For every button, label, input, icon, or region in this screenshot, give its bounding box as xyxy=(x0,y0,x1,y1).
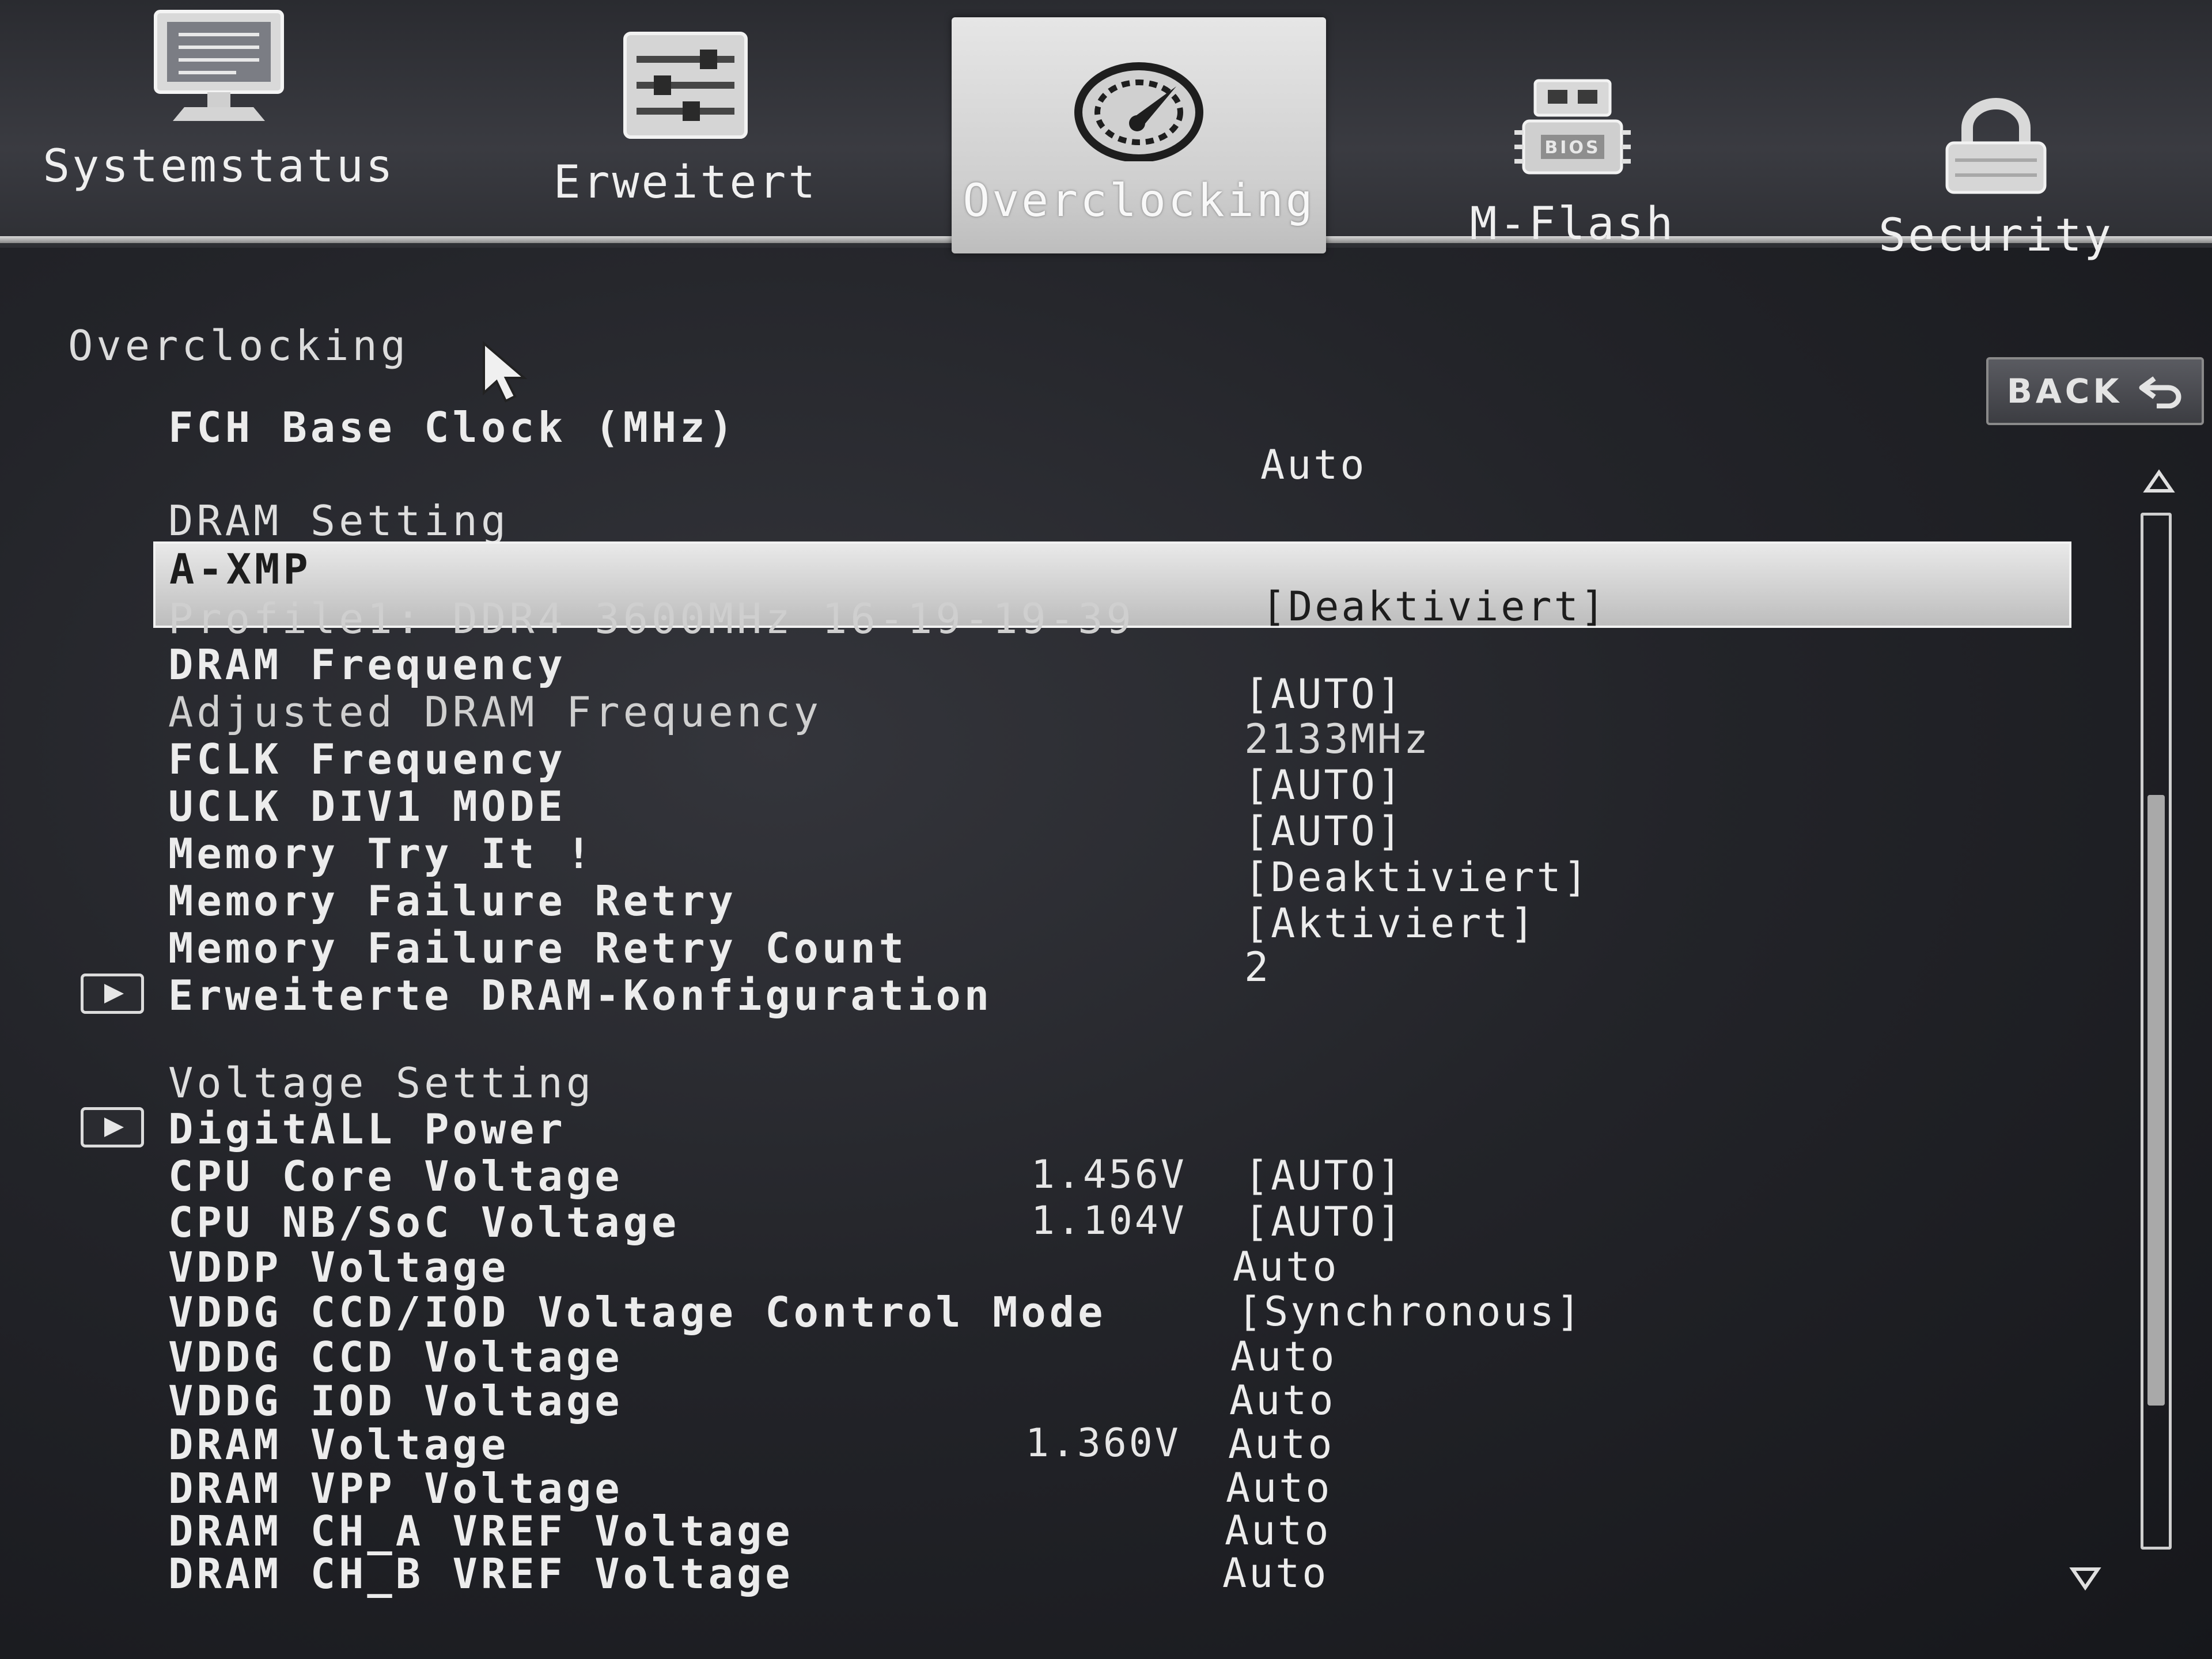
row-label: Voltage Setting xyxy=(168,1059,595,1107)
row-value: Auto xyxy=(1225,1507,1331,1554)
row-label: Adjusted DRAM Frequency xyxy=(168,688,822,736)
row-value: [AUTO] xyxy=(1244,1152,1404,1199)
row-label: DRAM Setting xyxy=(168,497,510,545)
svg-text:BIOS: BIOS xyxy=(1544,138,1600,158)
row-reading: 1.456V xyxy=(1031,1152,1187,1198)
row-fclk-frequency[interactable]: FCLK Frequency [AUTO] xyxy=(0,735,2074,809)
row-memory-try-it[interactable]: Memory Try It ! [Deaktiviert] xyxy=(0,830,2074,901)
row-dram-vpp-voltage[interactable]: DRAM VPP Voltage Auto xyxy=(0,1464,2074,1513)
row-erweiterte-dram-konfiguration[interactable]: Erweiterte DRAM-Konfiguration xyxy=(0,971,2074,1020)
row-value: Auto xyxy=(1228,1421,1335,1468)
row-label: CPU Core Voltage xyxy=(168,1152,623,1200)
row-label: UCLK DIV1 MODE xyxy=(168,782,566,831)
padlock-icon xyxy=(1945,98,2047,194)
bios-screen: Systemstatus Erweitert Overclocking BIOS… xyxy=(0,0,2212,1659)
mouse-cursor-icon xyxy=(483,341,528,403)
row-label: CPU NB/SoC Voltage xyxy=(168,1198,680,1247)
row-reading: 1.360V xyxy=(1025,1421,1181,1466)
row-vddp-voltage[interactable]: VDDP Voltage Auto xyxy=(0,1243,2074,1291)
tab-label: Overclocking xyxy=(963,175,1315,227)
submenu-arrow-icon xyxy=(81,1107,144,1147)
row-vddg-ccd-voltage[interactable]: VDDG CCD Voltage Auto xyxy=(0,1333,2074,1381)
row-dram-frequency[interactable]: DRAM Frequency [AUTO] xyxy=(0,641,2074,718)
row-adjusted-dram-frequency: Adjusted DRAM Frequency 2133MHz xyxy=(0,688,2074,763)
tab-label: Security xyxy=(1878,210,2113,262)
row-memory-failure-retry[interactable]: Memory Failure Retry [Aktiviert] xyxy=(0,877,2074,947)
row-label: Memory Failure Retry xyxy=(168,877,737,925)
row-label: DRAM CH_A VREF Voltage xyxy=(168,1507,794,1555)
row-value: Auto xyxy=(1226,1464,1332,1512)
return-arrow-icon xyxy=(2139,376,2181,408)
row-label: A-XMP xyxy=(169,545,312,593)
row-dram-voltage[interactable]: DRAM Voltage 1.360V Auto xyxy=(0,1421,2074,1469)
row-label: Erweiterte DRAM-Konfiguration xyxy=(168,971,993,1020)
row-label: VDDG CCD/IOD Voltage Control Mode xyxy=(168,1288,1107,1336)
tab-security[interactable]: Security xyxy=(1815,98,2177,262)
row-reading: 1.104V xyxy=(1031,1198,1187,1244)
row-voltage-setting-header: Voltage Setting xyxy=(0,1059,2074,1107)
row-value: [Synchronous] xyxy=(1237,1288,1583,1335)
row-value: Auto xyxy=(1260,441,1367,488)
row-label: Memory Failure Retry Count xyxy=(168,924,908,972)
row-digitall-power[interactable]: DigitALL Power xyxy=(0,1105,2074,1153)
row-label: DRAM CH_B VREF Voltage xyxy=(168,1550,794,1598)
row-label: Memory Try It ! xyxy=(168,830,595,878)
row-label: DRAM Voltage xyxy=(168,1421,510,1469)
row-profile1: Profile1: DDR4 3600MHz 16-19-19-39 xyxy=(0,594,2074,643)
row-uclk-div1-mode[interactable]: UCLK DIV1 MODE [AUTO] xyxy=(0,782,2074,855)
speedometer-icon xyxy=(1074,62,1203,161)
row-cpu-core-voltage[interactable]: CPU Core Voltage 1.456V [AUTO] xyxy=(0,1152,2074,1200)
row-dram-cha-vref-voltage[interactable]: DRAM CH_A VREF Voltage Auto xyxy=(0,1507,2074,1555)
submenu-arrow-icon xyxy=(81,974,144,1014)
row-label: FCLK Frequency xyxy=(168,735,566,783)
row-label: DigitALL Power xyxy=(168,1105,566,1153)
row-dram-setting-header: DRAM Setting xyxy=(0,497,2074,545)
tab-label: Erweitert xyxy=(553,157,818,209)
tab-systemstatus[interactable]: Systemstatus xyxy=(40,6,397,192)
row-vddg-iod-voltage[interactable]: VDDG IOD Voltage Auto xyxy=(0,1377,2074,1425)
row-label: DRAM Frequency xyxy=(168,641,566,689)
row-value: Auto xyxy=(1229,1377,1336,1424)
scroll-up-arrow-icon[interactable] xyxy=(2142,467,2176,495)
scrollbar-thumb[interactable] xyxy=(2147,795,2165,1406)
row-value: Auto xyxy=(1222,1550,1329,1597)
row-label: Profile1: DDR4 3600MHz 16-19-19-39 xyxy=(168,594,1135,643)
row-fch-base-clock-value: Auto xyxy=(0,441,2074,488)
row-dram-chb-vref-voltage[interactable]: DRAM CH_B VREF Voltage Auto xyxy=(0,1550,2074,1598)
row-value: Auto xyxy=(1230,1333,1337,1380)
monitor-icon xyxy=(154,10,284,121)
row-value: Auto xyxy=(1233,1243,1339,1290)
tab-m-flash[interactable]: BIOS M-Flash xyxy=(1394,75,1751,250)
tab-overclocking[interactable]: Overclocking xyxy=(952,17,1326,253)
tab-label: M-Flash xyxy=(1469,198,1676,250)
row-cpu-nb-soc-voltage[interactable]: CPU NB/SoC Voltage 1.104V [AUTO] xyxy=(0,1198,2074,1247)
section-title: Overclocking xyxy=(68,321,410,370)
row-label: VDDP Voltage xyxy=(168,1243,510,1291)
row-vddg-control-mode[interactable]: VDDG CCD/IOD Voltage Control Mode [Synch… xyxy=(0,1288,2074,1336)
bios-chip-icon: BIOS xyxy=(1514,79,1631,175)
tab-erweitert[interactable]: Erweitert xyxy=(507,28,864,209)
sliders-icon xyxy=(623,32,748,139)
row-value: [AUTO] xyxy=(1244,1198,1404,1245)
tab-label: Systemstatus xyxy=(43,141,395,192)
scroll-down-arrow-icon[interactable] xyxy=(2068,1565,2103,1593)
row-memory-failure-retry-count[interactable]: Memory Failure Retry Count 2 xyxy=(0,924,2074,991)
row-label: VDDG CCD Voltage xyxy=(168,1333,623,1381)
row-label: VDDG IOD Voltage xyxy=(168,1377,623,1425)
row-label: DRAM VPP Voltage xyxy=(168,1464,623,1513)
